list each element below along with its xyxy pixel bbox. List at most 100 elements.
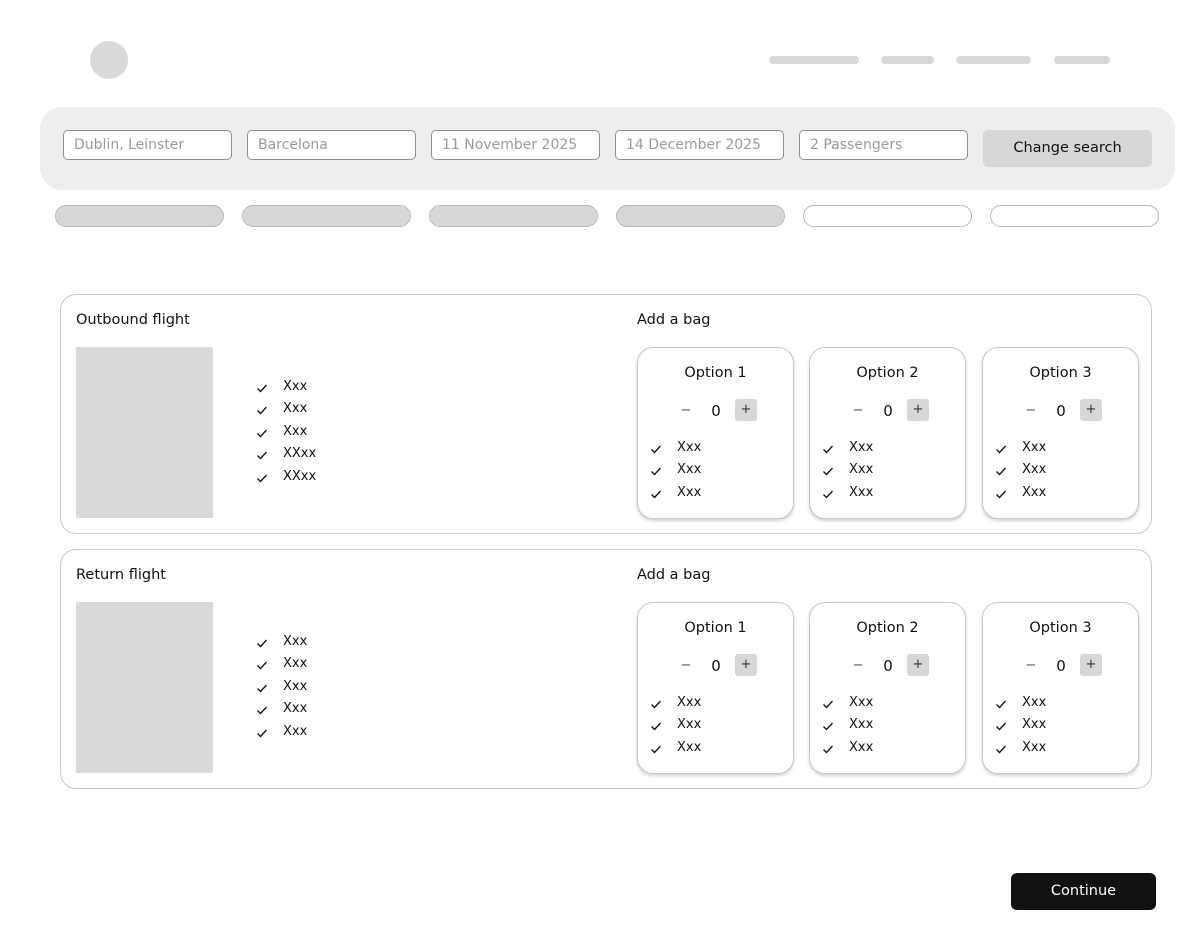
decrement-button[interactable]: −	[676, 655, 696, 677]
step-pill-5[interactable]	[803, 205, 972, 227]
feature-label: Xxx	[1022, 717, 1047, 733]
add-bag-title: Add a bag	[637, 567, 711, 583]
bag-option-1-card[interactable]: Option 1 −0 + Xxx Xxx Xxx	[637, 602, 794, 774]
check-icon	[995, 698, 1007, 710]
feature-label: XXxx	[283, 446, 317, 462]
check-icon	[256, 404, 268, 416]
check-icon	[256, 382, 268, 394]
step-pill-3[interactable]	[429, 205, 598, 227]
origin-field[interactable]: Dublin, Leinster	[63, 130, 232, 160]
passengers-field[interactable]: 2 Passengers	[799, 130, 968, 160]
increment-button[interactable]: +	[907, 399, 929, 421]
quantity-value: 0	[883, 402, 893, 420]
option-feature-item: Xxx	[822, 459, 873, 482]
decrement-button[interactable]: −	[848, 400, 868, 422]
step-pill-4[interactable]	[616, 205, 785, 227]
check-icon	[822, 743, 834, 755]
feature-label: Xxx	[1022, 739, 1047, 755]
increment-button[interactable]: +	[1080, 399, 1102, 421]
add-bag-title: Add a bag	[637, 312, 711, 328]
feature-label: Xxx	[849, 739, 874, 755]
check-icon	[256, 472, 268, 484]
feature-label: Xxx	[283, 633, 308, 649]
check-icon	[995, 465, 1007, 477]
check-icon	[995, 743, 1007, 755]
flight-feature-item: XXxx	[256, 465, 316, 488]
decrement-button[interactable]: −	[1021, 400, 1041, 422]
bag-option-1-card[interactable]: Option 1 −0 + Xxx Xxx Xxx	[637, 347, 794, 519]
check-icon	[256, 659, 268, 671]
option-feature-item: Xxx	[650, 459, 701, 482]
nav-link-4[interactable]	[1054, 56, 1110, 64]
check-icon	[256, 682, 268, 694]
check-icon	[650, 698, 662, 710]
increment-button[interactable]: +	[907, 654, 929, 676]
quantity-value: 0	[711, 657, 721, 675]
check-icon	[650, 488, 662, 500]
feature-label: Xxx	[283, 678, 308, 694]
check-icon	[256, 727, 268, 739]
flight-feature-item: Xxx	[256, 398, 316, 421]
option-feature-item: Xxx	[650, 691, 701, 714]
increment-button[interactable]: +	[735, 654, 757, 676]
bag-option-3-card[interactable]: Option 3 −0 + Xxx Xxx Xxx	[982, 602, 1139, 774]
increment-button[interactable]: +	[1080, 654, 1102, 676]
logo-placeholder[interactable]	[90, 41, 128, 79]
decrement-button[interactable]: −	[848, 655, 868, 677]
feature-label: Xxx	[677, 439, 702, 455]
check-icon	[650, 443, 662, 455]
feature-label: Xxx	[849, 439, 874, 455]
decrement-button[interactable]: −	[1021, 655, 1041, 677]
feature-label: Xxx	[849, 694, 874, 710]
bag-option-2-card[interactable]: Option 2 −0 + Xxx Xxx Xxx	[809, 602, 966, 774]
feature-label: Xxx	[283, 401, 308, 417]
quantity-value: 0	[1056, 402, 1066, 420]
destination-field[interactable]: Barcelona	[247, 130, 416, 160]
option-features-list: Xxx Xxx Xxx	[822, 436, 873, 504]
check-icon	[995, 488, 1007, 500]
quantity-value: 0	[883, 657, 893, 675]
return-date-field[interactable]: 14 December 2025	[615, 130, 784, 160]
check-icon	[822, 465, 834, 477]
return-flight-card: Return flight Add a bag Xxx Xxx Xxx Xxx Xxx Opt…	[60, 549, 1152, 789]
feature-label: Xxx	[849, 462, 874, 478]
check-icon	[822, 443, 834, 455]
increment-button[interactable]: +	[735, 399, 757, 421]
feature-label: Xxx	[1022, 439, 1047, 455]
feature-label: Xxx	[283, 378, 308, 394]
nav-link-3[interactable]	[956, 56, 1031, 64]
flight-image-placeholder	[76, 347, 213, 518]
change-search-button[interactable]: Change search	[983, 130, 1152, 167]
feature-label: XXxx	[283, 468, 317, 484]
feature-label: Xxx	[677, 694, 702, 710]
option-feature-item: Xxx	[995, 736, 1046, 759]
flight-feature-item: Xxx	[256, 375, 316, 398]
bag-option-2-card[interactable]: Option 2 −0 + Xxx Xxx Xxx	[809, 347, 966, 519]
feature-label: Xxx	[283, 723, 308, 739]
step-pill-1[interactable]	[55, 205, 224, 227]
option-feature-item: Xxx	[995, 691, 1046, 714]
step-pill-6[interactable]	[990, 205, 1159, 227]
search-panel: Dublin, Leinster Barcelona 11 November 2…	[40, 107, 1175, 190]
feature-label: Xxx	[1022, 462, 1047, 478]
check-icon	[822, 720, 834, 732]
flight-image-placeholder	[76, 602, 213, 773]
option-features-list: Xxx Xxx Xxx	[650, 691, 701, 759]
decrement-button[interactable]: −	[676, 400, 696, 422]
feature-label: Xxx	[1022, 694, 1047, 710]
bag-option-3-card[interactable]: Option 3 −0 + Xxx Xxx Xxx	[982, 347, 1139, 519]
check-icon	[256, 704, 268, 716]
nav-link-2[interactable]	[881, 56, 934, 64]
option-feature-item: Xxx	[650, 714, 701, 737]
option-title: Option 3	[1029, 365, 1092, 381]
option-feature-item: Xxx	[822, 436, 873, 459]
feature-label: Xxx	[283, 656, 308, 672]
feature-label: Xxx	[677, 739, 702, 755]
flight-feature-item: Xxx	[256, 420, 316, 443]
check-icon	[995, 720, 1007, 732]
depart-date-field[interactable]: 11 November 2025	[431, 130, 600, 160]
step-pill-2[interactable]	[242, 205, 411, 227]
continue-button[interactable]: Continue	[1011, 873, 1156, 910]
nav-link-1[interactable]	[769, 56, 859, 64]
check-icon	[650, 720, 662, 732]
